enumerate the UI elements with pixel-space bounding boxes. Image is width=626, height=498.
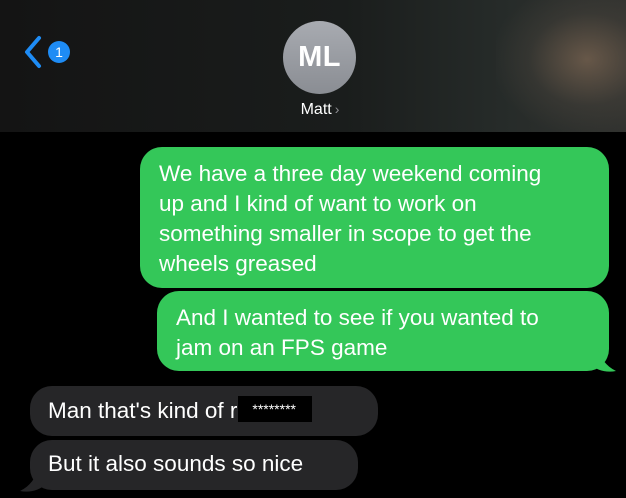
back-button[interactable]: 1 [22, 34, 82, 70]
message-line: And I wanted to see if you wanted to [176, 305, 539, 330]
received-bubble-tail [20, 468, 46, 492]
unread-badge: 1 [48, 41, 70, 63]
message-text: But it also sounds so nice [48, 451, 304, 476]
message-line: up and I kind of want to work on [159, 191, 477, 216]
sent-bubble-tail [590, 348, 616, 372]
redaction-box: ******** [238, 396, 312, 423]
chevron-right-icon: › [334, 101, 340, 117]
contact-name: Matt [300, 101, 332, 118]
message-line: jam on an FPS game [176, 335, 388, 360]
message-text: Man that's kind of r [48, 398, 238, 424]
messages-screen: 1 ML Matt › We have a three day weekend c… [0, 0, 626, 498]
conversation-header: 1 ML Matt › [0, 0, 626, 132]
message-line: wheels greased [159, 251, 317, 276]
received-message-bubble[interactable]: Man that's kind of r ******** [30, 386, 378, 436]
message-line: something smaller in scope to get the [159, 221, 532, 246]
sent-message-bubble[interactable]: We have a three day weekend coming up an… [140, 147, 609, 288]
contact-name-button[interactable]: Matt › [0, 99, 626, 120]
contact-avatar[interactable]: ML [283, 21, 356, 94]
message-line: We have a three day weekend coming [159, 161, 542, 186]
chevron-left-icon [25, 36, 41, 68]
sent-message-bubble[interactable]: And I wanted to see if you wanted to jam… [157, 291, 609, 371]
received-message-bubble[interactable]: But it also sounds so nice [30, 440, 358, 490]
